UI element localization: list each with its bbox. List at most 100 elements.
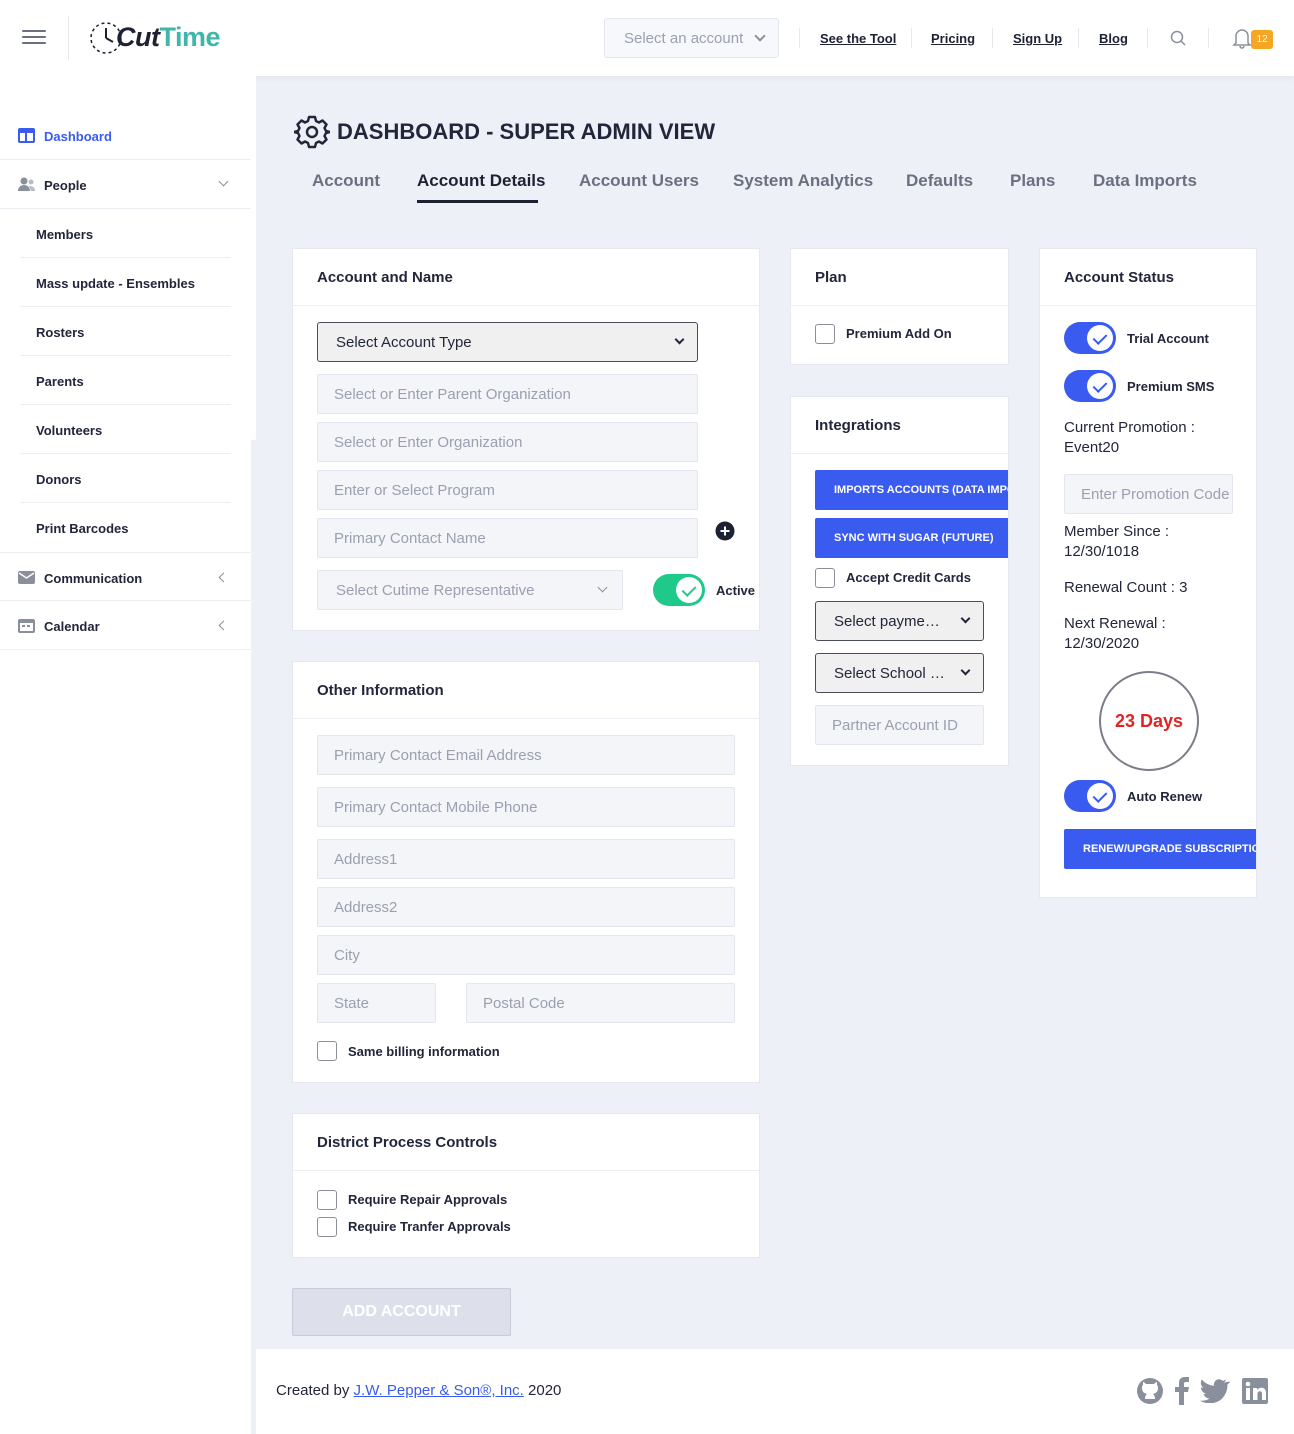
search-icon[interactable]	[1170, 30, 1186, 46]
card-title: Plan	[815, 269, 847, 286]
tab-data-imports[interactable]: Data Imports	[1093, 171, 1197, 191]
nav-see-the-tool[interactable]: See the Tool	[820, 31, 896, 46]
tab-defaults[interactable]: Defaults	[906, 171, 973, 191]
cuttime-logo[interactable]: CutTime	[116, 22, 221, 53]
chevron-down-icon	[754, 30, 766, 42]
primary-contact-name-input[interactable]: Primary Contact Name	[317, 518, 698, 558]
nav-divider	[799, 28, 800, 48]
district-process-controls-card: District Process Controls Require Repair…	[292, 1113, 760, 1258]
sidebar-item-communication[interactable]: Communication	[0, 552, 251, 601]
card-header: Account Status	[1040, 249, 1256, 306]
active-tab-indicator	[417, 200, 538, 203]
promotion-code-input[interactable]: Enter Promotion Code	[1064, 474, 1233, 514]
card-header: Other Information	[293, 662, 759, 719]
sidebar-subitem-label: Print Barcodes	[36, 521, 129, 536]
account-status-card: Account Status Trial Account Premium SMS…	[1039, 248, 1257, 898]
same-billing-checkbox[interactable]	[317, 1041, 337, 1061]
nav-divider	[1147, 28, 1148, 48]
sidebar-subitem-label: Donors	[36, 472, 82, 487]
sidebar-subitem-donors[interactable]: Donors	[20, 454, 231, 503]
payment-processor-value: Select payment processor	[834, 613, 947, 630]
footer-year: 2020	[528, 1382, 562, 1399]
sidebar-subitem-parents[interactable]: Parents	[20, 356, 231, 405]
other-information-card: Other Information Primary Contact Email …	[292, 661, 760, 1083]
nav-pricing[interactable]: Pricing	[931, 31, 975, 46]
postal-code-input[interactable]: Postal Code	[466, 983, 735, 1023]
state-input[interactable]: State	[317, 983, 436, 1023]
chevron-left-icon	[218, 620, 229, 631]
imports-accounts-button[interactable]: IMPORTS ACCOUNTS (DATA IMPORTS)	[815, 470, 1008, 510]
footer-company-link[interactable]: J.W. Pepper & Son®, Inc.	[354, 1382, 524, 1399]
chevron-down-icon	[960, 613, 971, 624]
card-title: Account Status	[1064, 269, 1175, 286]
card-title: Integrations	[815, 417, 901, 434]
program-input[interactable]: Enter or Select Program	[317, 470, 698, 510]
sidebar-subitem-volunteers[interactable]: Volunteers	[20, 405, 231, 454]
sidebar-subitem-rosters[interactable]: Rosters	[20, 307, 231, 356]
next-renewal-value: 12/30/2020	[1064, 635, 1140, 652]
facebook-icon[interactable]	[1174, 1377, 1190, 1405]
city-input[interactable]: City	[317, 935, 735, 975]
active-toggle[interactable]	[653, 574, 705, 606]
trial-account-toggle[interactable]	[1064, 322, 1116, 354]
sidebar-subitem-print-barcodes[interactable]: Print Barcodes	[20, 503, 231, 552]
bell-icon[interactable]	[1232, 27, 1252, 49]
sidebar-scrollbar[interactable]	[251, 76, 256, 440]
card-title: Other Information	[317, 682, 444, 699]
card-header: Integrations	[791, 397, 1008, 454]
tab-system-analytics[interactable]: System Analytics	[733, 171, 873, 191]
account-type-select[interactable]: Select Account Type	[317, 322, 698, 362]
add-contact-icon[interactable]	[715, 521, 735, 541]
organization-input[interactable]: Select or Enter Organization	[317, 422, 698, 462]
renew-upgrade-subscription-button[interactable]: RENEW/UPGRADE SUBSCRIPTION	[1064, 829, 1256, 869]
twitter-icon[interactable]	[1200, 1379, 1230, 1403]
check-icon	[1087, 325, 1113, 351]
school-system-value: Select School System	[834, 665, 947, 682]
parent-organization-input[interactable]: Select or Enter Parent Organization	[317, 374, 698, 414]
dashboard-icon	[18, 128, 35, 143]
sync-with-sugar-button[interactable]: SYNC WITH SUGAR (FUTURE)	[815, 518, 1008, 558]
tab-account-users[interactable]: Account Users	[579, 171, 699, 191]
nav-sign-up[interactable]: Sign Up	[1013, 31, 1062, 46]
account-type-value: Select Account Type	[336, 334, 472, 351]
account-select-placeholder: Select an account	[624, 30, 744, 47]
account-select[interactable]: Select an account	[604, 18, 779, 58]
school-system-select[interactable]: Select School System	[815, 653, 984, 693]
chevron-down-icon	[597, 582, 608, 593]
tab-plans[interactable]: Plans	[1010, 171, 1055, 191]
sidebar-subitem-mass-update[interactable]: Mass update - Ensembles	[20, 258, 231, 307]
tab-account[interactable]: Account	[312, 171, 380, 191]
partner-account-id-input[interactable]: Partner Account ID	[815, 705, 984, 745]
tab-account-details[interactable]: Account Details	[417, 171, 545, 191]
renewal-count: Renewal Count : 3	[1064, 579, 1188, 596]
sidebar-subitem-label: Rosters	[36, 325, 85, 340]
representative-select[interactable]: Select Cutime Representative	[317, 570, 623, 610]
mobile-phone-input[interactable]: Primary Contact Mobile Phone	[317, 787, 735, 827]
require-transfer-approvals-checkbox[interactable]	[317, 1217, 337, 1237]
sidebar-item-people[interactable]: People	[0, 160, 251, 209]
require-repair-approvals-checkbox[interactable]	[317, 1190, 337, 1210]
nav-blog[interactable]: Blog	[1099, 31, 1128, 46]
hamburger-menu-icon[interactable]	[22, 30, 46, 46]
current-promotion-label: Current Promotion :	[1064, 419, 1195, 436]
linkedin-icon[interactable]	[1242, 1378, 1268, 1404]
address1-input[interactable]: Address1	[317, 839, 735, 879]
premium-sms-toggle[interactable]	[1064, 370, 1116, 402]
footer-credit: Created by J.W. Pepper & Son®, Inc. 2020	[276, 1382, 561, 1399]
check-icon	[1087, 373, 1113, 399]
sidebar-item-calendar[interactable]: Calendar	[0, 601, 251, 650]
add-account-button[interactable]: ADD ACCOUNT	[292, 1288, 511, 1336]
sidebar-item-dashboard[interactable]: Dashboard	[0, 111, 251, 160]
card-header: Account and Name	[293, 249, 759, 306]
email-input[interactable]: Primary Contact Email Address	[317, 735, 735, 775]
auto-renew-toggle[interactable]	[1064, 780, 1116, 812]
accept-credit-cards-checkbox[interactable]	[815, 568, 835, 588]
github-icon[interactable]	[1136, 1377, 1164, 1405]
premium-addon-checkbox[interactable]	[815, 324, 835, 344]
gear-icon	[294, 115, 330, 149]
next-renewal-label: Next Renewal :	[1064, 615, 1166, 632]
logo-prefix: Cut	[116, 22, 160, 52]
sidebar-subitem-members[interactable]: Members	[20, 209, 231, 258]
address2-input[interactable]: Address2	[317, 887, 735, 927]
payment-processor-select[interactable]: Select payment processor	[815, 601, 984, 641]
